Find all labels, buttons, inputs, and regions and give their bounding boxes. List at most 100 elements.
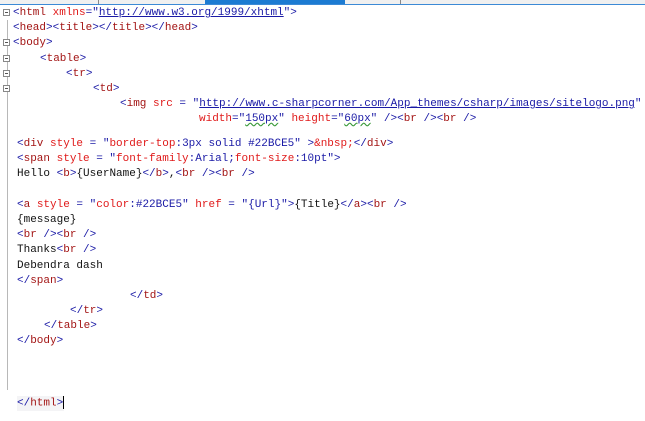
markup-delimiter: "> bbox=[327, 153, 341, 165]
code-line[interactable]: </body> bbox=[17, 334, 63, 349]
markup-delimiter: = " bbox=[83, 138, 110, 150]
tag-name: div bbox=[23, 138, 44, 150]
tag-name: br bbox=[373, 199, 387, 211]
code-line[interactable]: </table> bbox=[44, 319, 97, 334]
code-line[interactable]: Hello <b>{UserName}</b>,<br /><br /> bbox=[17, 167, 255, 182]
markup-delimiter: =" bbox=[85, 7, 99, 19]
tag-name: br bbox=[443, 113, 457, 125]
attribute-name: xmlns bbox=[46, 7, 86, 19]
markup-delimiter: = " bbox=[172, 98, 200, 110]
code-line[interactable]: width="150px" height="60px" /><br /><br … bbox=[199, 112, 476, 127]
markup-delimiter: < bbox=[17, 153, 24, 165]
code-line[interactable]: Thanks<br /> bbox=[17, 243, 96, 258]
markup-delimiter: > bbox=[85, 68, 93, 80]
markup-delimiter: < bbox=[17, 229, 24, 241]
markup-delimiter: >< bbox=[360, 199, 374, 211]
attribute-name: style bbox=[50, 153, 90, 165]
tag-name: div bbox=[366, 138, 387, 150]
active-document-tab[interactable] bbox=[205, 0, 345, 4]
markup-delimiter: : bbox=[129, 199, 136, 211]
text-content: {UserName} bbox=[76, 168, 143, 180]
markup-delimiter: </ bbox=[17, 275, 31, 287]
attribute-value: Arial bbox=[195, 153, 229, 165]
markup-delimiter: /> bbox=[456, 113, 477, 125]
code-line[interactable]: <tr> bbox=[66, 67, 92, 82]
attribute-value: #22BCE5 bbox=[135, 199, 183, 211]
markup-delimiter: /> bbox=[386, 199, 407, 211]
code-line[interactable]: </td> bbox=[130, 289, 163, 304]
code-line[interactable]: </span> bbox=[17, 274, 63, 289]
markup-delimiter: : bbox=[294, 153, 301, 165]
collapse-table-icon[interactable] bbox=[3, 55, 10, 62]
code-line[interactable]: <head><title></title></head> bbox=[13, 21, 198, 36]
markup-delimiter: > bbox=[162, 168, 169, 180]
markup-delimiter: > bbox=[191, 22, 198, 34]
tag-name: body bbox=[19, 37, 47, 49]
tag-name: tr bbox=[72, 68, 86, 80]
code-line[interactable]: <a style = "color:#22BCE5" href = "{Url}… bbox=[17, 198, 407, 213]
code-line[interactable]: </tr> bbox=[70, 304, 103, 319]
code-line[interactable]: <span style = "font-family: Arial;font-si… bbox=[17, 152, 341, 167]
attribute-name: color bbox=[96, 199, 130, 211]
markup-delimiter: =" bbox=[331, 113, 345, 125]
code-line[interactable]: <table> bbox=[40, 52, 86, 67]
code-line[interactable]: Debendra dash bbox=[17, 259, 103, 274]
code-line[interactable]: <div style = "border-top:3px solid #22BC… bbox=[17, 137, 393, 152]
tag-name: title bbox=[59, 22, 93, 34]
tag-name: br bbox=[221, 168, 235, 180]
attribute-name: href bbox=[188, 199, 222, 211]
code-line[interactable]: </html> bbox=[17, 396, 65, 411]
tag-name: table bbox=[46, 53, 80, 65]
markup-delimiter: < bbox=[13, 22, 20, 34]
markup-delimiter: </ bbox=[130, 290, 144, 302]
markup-delimiter: ></ bbox=[145, 22, 165, 34]
markup-delimiter: /> bbox=[76, 229, 97, 241]
tag-name: br bbox=[403, 113, 417, 125]
attribute-value: 3px solid #22BCE5 bbox=[182, 138, 295, 150]
markup-delimiter: < bbox=[40, 53, 47, 65]
tag-name: br bbox=[182, 168, 196, 180]
attribute-name: src bbox=[146, 98, 173, 110]
markup-delimiter: />< bbox=[416, 113, 444, 125]
attribute-name: height bbox=[284, 113, 332, 125]
markup-delimiter: = " bbox=[69, 199, 97, 211]
tag-name: br bbox=[23, 229, 37, 241]
attribute-name: font-family bbox=[116, 153, 189, 165]
tag-name: span bbox=[30, 275, 57, 287]
attribute-value: http://www.w3.org/1999/xhtml bbox=[98, 7, 284, 19]
markup-delimiter: </ bbox=[17, 335, 31, 347]
markup-delimiter: < bbox=[93, 83, 100, 95]
code-line[interactable]: {message} bbox=[17, 213, 76, 228]
collapse-body-icon[interactable] bbox=[3, 39, 10, 46]
attribute-name: style bbox=[43, 138, 84, 150]
markup-delimiter: > bbox=[56, 397, 64, 410]
markup-delimiter: </ bbox=[17, 397, 31, 410]
tag-name: br bbox=[63, 229, 77, 241]
markup-delimiter: </ bbox=[44, 320, 58, 332]
markup-delimiter: </ bbox=[340, 199, 354, 211]
text-content: {Title} bbox=[294, 199, 341, 211]
markup-delimiter: < bbox=[120, 98, 127, 110]
tag-name: head bbox=[164, 22, 192, 34]
code-line[interactable]: <html xmlns="http://www.w3.org/1999/xhtm… bbox=[13, 6, 297, 21]
markup-delimiter: < bbox=[13, 7, 20, 19]
tag-name: span bbox=[23, 153, 51, 165]
collapse-tr-icon[interactable] bbox=[3, 70, 10, 77]
code-line[interactable]: <img src = "http://www.c-sharpcorner.com… bbox=[120, 97, 642, 112]
code-line[interactable]: <body> bbox=[13, 36, 53, 51]
markup-delimiter: /> bbox=[234, 168, 255, 180]
markup-delimiter: < bbox=[66, 68, 73, 80]
markup-delimiter: > bbox=[96, 305, 104, 317]
markup-delimiter: </ bbox=[353, 138, 367, 150]
markup-delimiter: = " bbox=[221, 199, 249, 211]
code-line[interactable]: <td> bbox=[93, 82, 119, 97]
markup-delimiter: > bbox=[46, 37, 53, 49]
tag-name: table bbox=[57, 320, 91, 332]
tag-name: title bbox=[112, 22, 146, 34]
attribute-value: 150px bbox=[245, 113, 279, 125]
markup-delimiter: >< bbox=[46, 22, 60, 34]
document-tab-bar bbox=[0, 0, 645, 5]
collapse-td-icon[interactable] bbox=[3, 85, 10, 92]
code-line[interactable]: <br /><br /> bbox=[17, 228, 96, 243]
collapse-html-icon[interactable] bbox=[3, 9, 10, 16]
